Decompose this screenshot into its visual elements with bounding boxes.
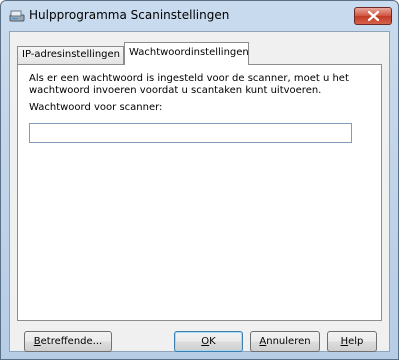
tab-password-settings[interactable]: Wachtwoordinstellingen (124, 42, 249, 65)
cancel-label: nnuleren (266, 336, 311, 347)
password-field-label: Wachtwoord voor scanner: (29, 102, 163, 113)
tab-label: Wachtwoordinstellingen (129, 47, 249, 58)
close-icon (368, 11, 379, 21)
window-title: Hulpprogramma Scaninstellingen (29, 8, 230, 22)
scan-settings-dialog: Hulpprogramma Scaninstellingen IP-adresi… (0, 0, 399, 360)
about-button[interactable]: Betreffende... (24, 331, 112, 352)
tab-label: IP-adresinstellingen (22, 49, 121, 60)
ok-label: K (209, 336, 216, 347)
help-label: elp (348, 336, 364, 347)
scanner-icon (9, 9, 25, 23)
tab-panel-password: Als er een wachtwoord is ingesteld voor … (17, 64, 382, 321)
about-label: etreffende... (40, 336, 103, 347)
about-mnemonic: B (33, 336, 41, 347)
help-button[interactable]: Help (327, 331, 377, 352)
ok-mnemonic: O (201, 336, 210, 347)
cancel-button[interactable]: Annuleren (250, 331, 320, 352)
password-description: Als er een wachtwoord is ingesteld voor … (29, 73, 349, 96)
help-mnemonic: H (340, 336, 349, 347)
dialog-body: IP-adresinstellingen Wachtwoordinstellin… (9, 31, 390, 352)
title-bar[interactable]: Hulpprogramma Scaninstellingen (1, 1, 398, 31)
ok-button[interactable]: OK (174, 331, 243, 352)
scanner-password-input[interactable] (29, 123, 352, 143)
tab-ip-address-settings[interactable]: IP-adresinstellingen (17, 46, 124, 64)
close-button[interactable] (354, 7, 392, 25)
